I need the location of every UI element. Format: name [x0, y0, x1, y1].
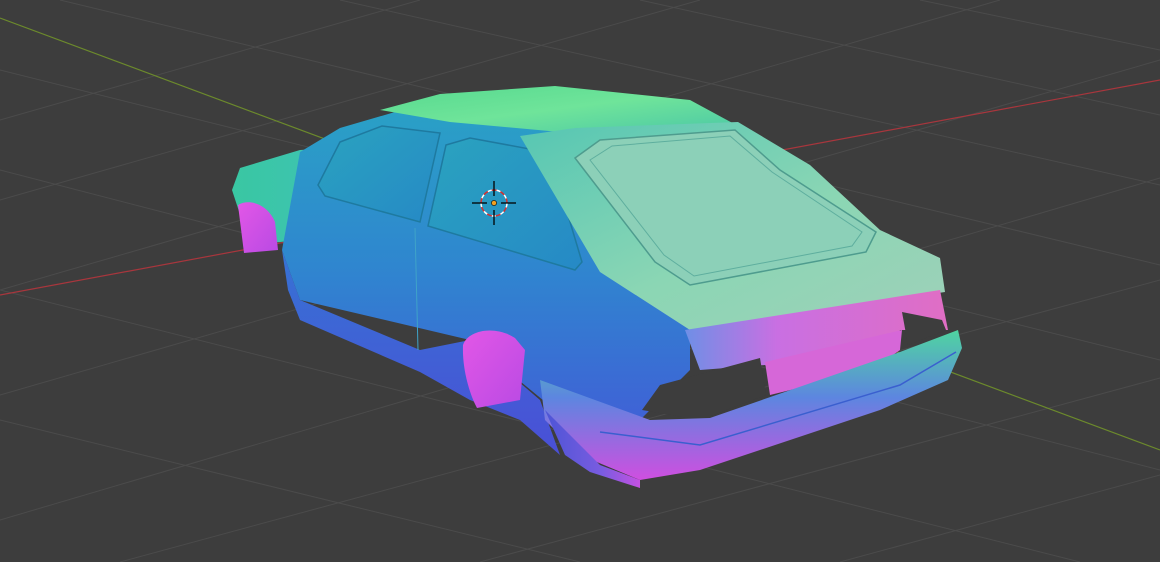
viewport-canvas[interactable]: [0, 0, 1160, 562]
car-body[interactable]: [232, 86, 962, 488]
3d-viewport[interactable]: [0, 0, 1160, 562]
rear-wheel-arch: [462, 330, 525, 408]
